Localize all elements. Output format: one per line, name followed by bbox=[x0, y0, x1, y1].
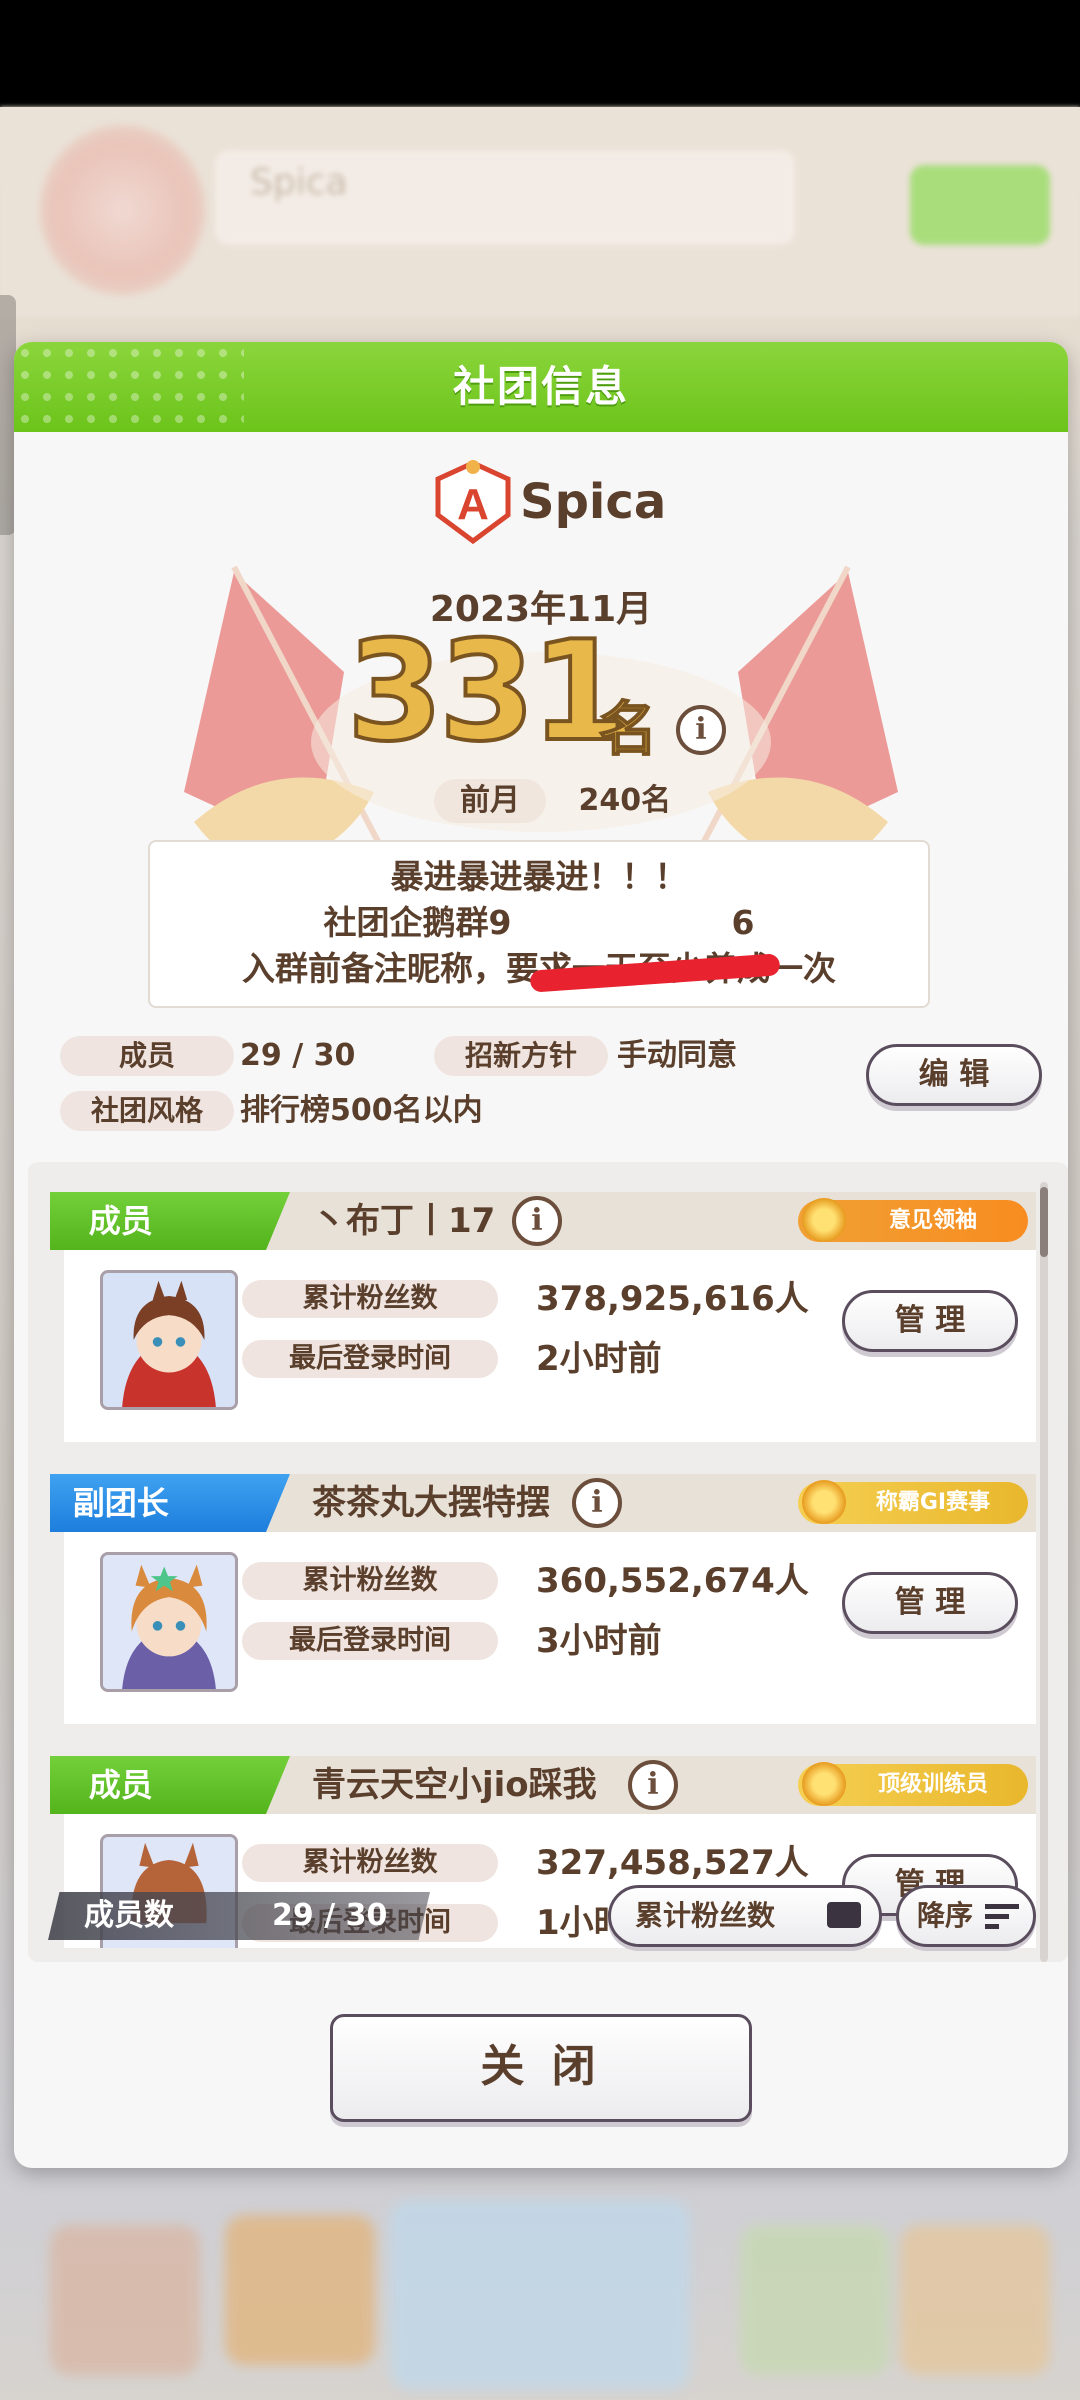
member-name: 丶布丁丨17 bbox=[312, 1201, 496, 1241]
sort-lines-icon bbox=[985, 1904, 1019, 1929]
member-role-tag: 成员 bbox=[50, 1192, 290, 1250]
member-avatar bbox=[100, 1552, 238, 1692]
member-row[interactable]: 成员 丶布丁丨17 i 意见领袖 累计粉丝数 378,925,616人 最后登录… bbox=[50, 1192, 1036, 1442]
member-body: 累计粉丝数 378,925,616人 最后登录时间 2小时前 管 理 bbox=[64, 1250, 1036, 1442]
crown-icon bbox=[802, 1762, 846, 1806]
nav-item-4 bbox=[740, 2225, 890, 2375]
edit-button[interactable]: 编 辑 bbox=[866, 1044, 1042, 1106]
club-emblem-icon: A bbox=[435, 460, 511, 545]
background-club-namebox: Spica bbox=[215, 150, 795, 245]
member-title: 意见领袖 bbox=[888, 1208, 977, 1233]
nav-item-5 bbox=[900, 2225, 1050, 2375]
manage-button[interactable]: 管 理 bbox=[842, 1290, 1018, 1352]
last-login-label: 最后登录时间 bbox=[242, 1340, 498, 1378]
member-role-tag: 成员 bbox=[50, 1756, 290, 1814]
member-info-icon[interactable]: i bbox=[628, 1760, 678, 1810]
sort-key-label: 累计粉丝数 bbox=[635, 1899, 776, 1932]
fans-value: 327,458,527人 bbox=[536, 1843, 809, 1883]
status-bar bbox=[0, 0, 1080, 107]
member-title: 顶级训练员 bbox=[877, 1772, 988, 1797]
close-button[interactable]: 关 闭 bbox=[330, 2014, 752, 2122]
previous-month-value: 240名 bbox=[578, 783, 672, 818]
last-login-value: 3小时前 bbox=[536, 1621, 662, 1661]
member-info-icon[interactable]: i bbox=[512, 1196, 562, 1246]
fans-label: 累计粉丝数 bbox=[242, 1844, 498, 1882]
background-club-emblem bbox=[40, 125, 205, 295]
dialog-header: 社团信息 bbox=[14, 342, 1068, 432]
svg-text:A: A bbox=[457, 480, 489, 529]
background-bottom-nav bbox=[0, 2185, 1080, 2400]
description-line-2-text: 社团企鹅群9 bbox=[323, 903, 512, 942]
member-count-label: 成员数 bbox=[84, 1898, 174, 1933]
fans-value: 378,925,616人 bbox=[536, 1279, 809, 1319]
description-line-1: 暴进暴进暴进！！！ bbox=[390, 857, 688, 896]
rank-number: 331 bbox=[345, 611, 629, 772]
recruit-policy-label: 招新方针 bbox=[434, 1036, 608, 1076]
medal-icon bbox=[802, 1198, 846, 1242]
trophy-icon bbox=[802, 1480, 846, 1524]
members-label: 成员 bbox=[60, 1036, 234, 1076]
member-count-value: 29 / 30 bbox=[272, 1898, 388, 1933]
club-info-dialog: 社团信息 A Spica 2023年11月 331 名 i 前月 240名 暴进… bbox=[14, 342, 1068, 2168]
manage-button[interactable]: 管 理 bbox=[842, 1572, 1018, 1634]
club-description: 暴进暴进暴进！！！ 社团企鹅群9 6 入群前备注昵称，要求一天至少养成一次 bbox=[148, 840, 930, 1008]
description-line-2-tail: 6 bbox=[731, 903, 755, 942]
nav-item-1 bbox=[50, 2225, 200, 2375]
member-title: 称霸GⅠ赛事 bbox=[875, 1490, 991, 1515]
recruit-policy-value: 手动同意 bbox=[617, 1038, 737, 1073]
member-body: 累计粉丝数 360,552,674人 最后登录时间 3小时前 管 理 bbox=[64, 1532, 1036, 1724]
description-line-2: 社团企鹅群9 6 bbox=[150, 900, 928, 993]
member-info-icon[interactable]: i bbox=[572, 1478, 622, 1528]
members-value: 29 / 30 bbox=[240, 1038, 356, 1073]
member-title-badge: 称霸GⅠ赛事 bbox=[798, 1480, 1028, 1524]
club-style-label: 社团风格 bbox=[60, 1091, 234, 1131]
background-green-button bbox=[910, 165, 1050, 245]
rank-info-icon[interactable]: i bbox=[676, 705, 726, 755]
nav-item-2 bbox=[225, 2215, 375, 2365]
sort-order-label: 降序 bbox=[917, 1899, 974, 1932]
previous-month-rank: 前月 240名 bbox=[434, 779, 671, 823]
member-name: 青云天空小jio踩我 bbox=[312, 1765, 597, 1805]
club-name: Spica bbox=[520, 474, 667, 530]
member-title-badge: 意见领袖 bbox=[798, 1198, 1028, 1242]
previous-month-label: 前月 bbox=[434, 779, 546, 823]
background-club-name: Spica bbox=[250, 162, 348, 203]
member-title-badge: 顶级训练员 bbox=[798, 1762, 1028, 1806]
member-row[interactable]: 副团长 茶茶丸大摆特摆 i 称霸GⅠ赛事 累计粉丝数 360,552,674人 … bbox=[50, 1474, 1036, 1724]
member-avatar bbox=[100, 1270, 238, 1410]
sort-key-button[interactable]: 累计粉丝数 bbox=[608, 1885, 882, 1947]
card-stack-icon bbox=[827, 1902, 861, 1928]
club-style-value: 排行榜500名以内 bbox=[240, 1093, 483, 1128]
nav-item-home bbox=[390, 2200, 690, 2390]
member-count-bar: 成员数 29 / 30 bbox=[48, 1892, 430, 1940]
dialog-title: 社团信息 bbox=[452, 362, 629, 411]
sort-order-button[interactable]: 降序 bbox=[896, 1885, 1036, 1947]
rank-unit: 名 bbox=[598, 694, 658, 764]
fans-label: 累计粉丝数 bbox=[242, 1280, 498, 1318]
member-list-scrollbar[interactable] bbox=[1040, 1182, 1048, 1962]
last-login-value: 2小时前 bbox=[536, 1339, 662, 1379]
member-role-tag: 副团长 bbox=[50, 1474, 290, 1532]
fans-label: 累计粉丝数 bbox=[242, 1562, 498, 1600]
fans-value: 360,552,674人 bbox=[536, 1561, 809, 1601]
last-login-label: 最后登录时间 bbox=[242, 1622, 498, 1660]
member-list-scroll-thumb[interactable] bbox=[1040, 1187, 1048, 1257]
member-name: 茶茶丸大摆特摆 bbox=[312, 1483, 550, 1523]
